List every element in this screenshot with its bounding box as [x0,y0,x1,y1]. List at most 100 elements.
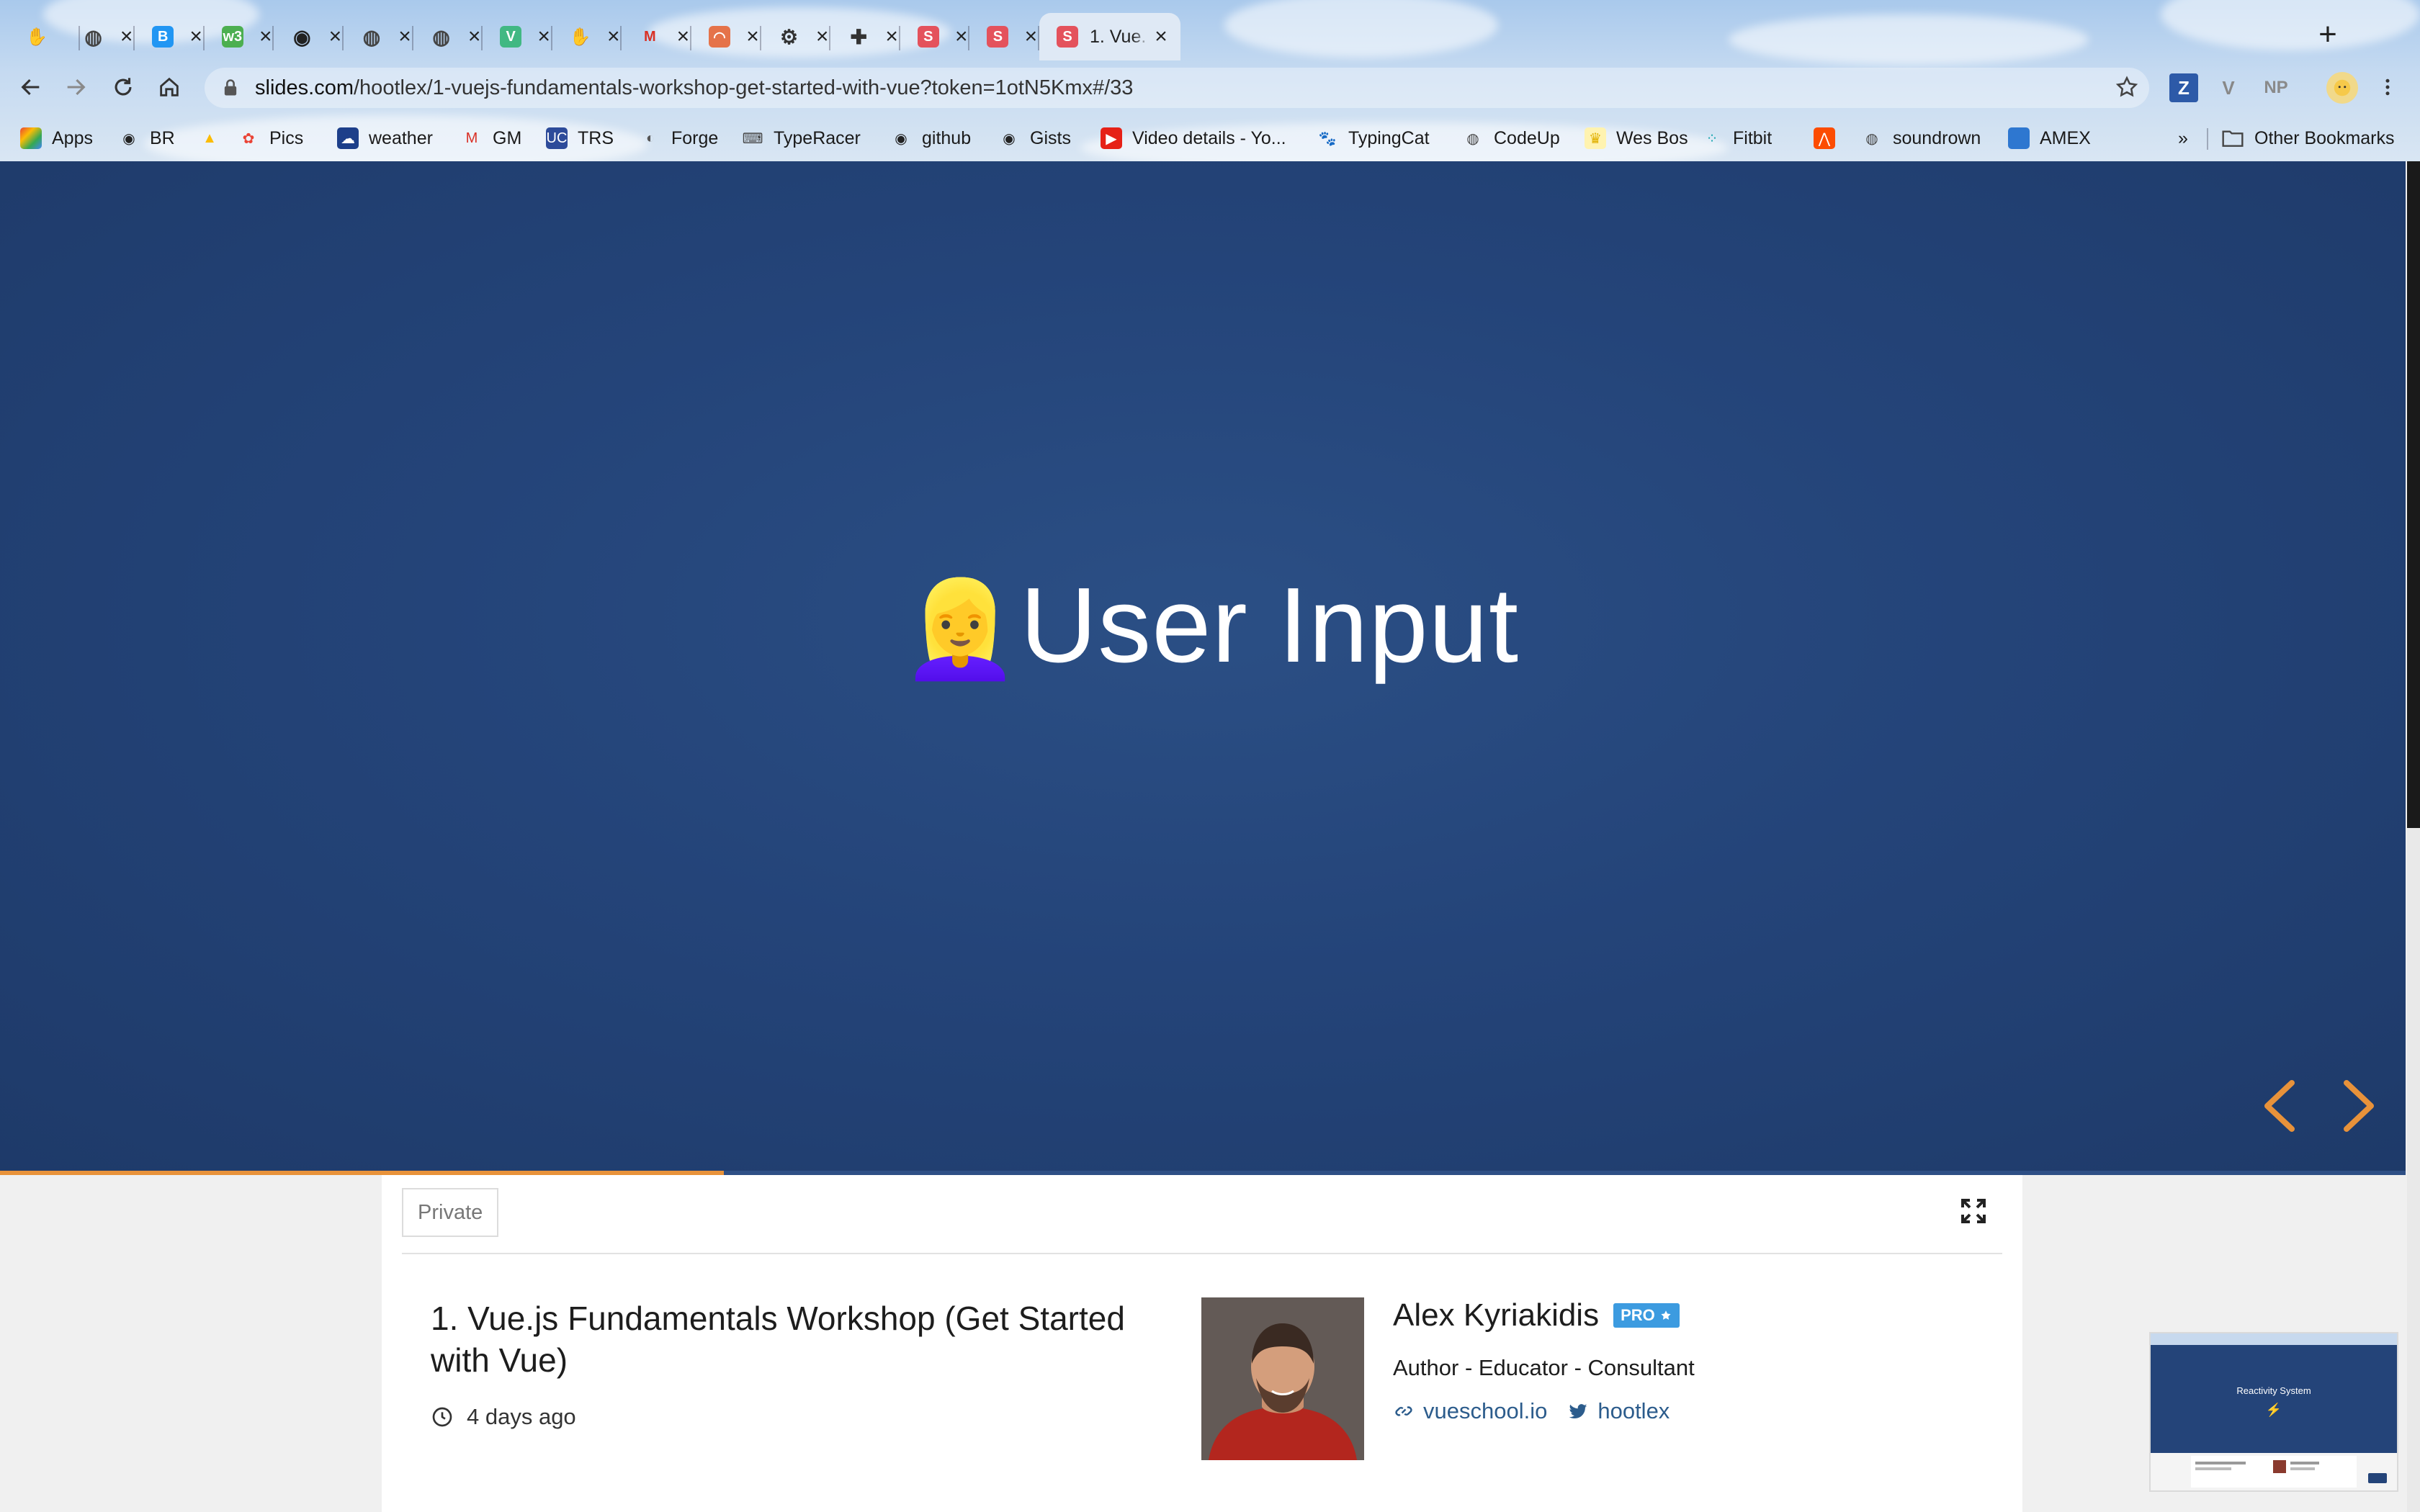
close-tab-icon[interactable]: × [951,24,970,49]
home-icon [160,77,179,96]
forge-icon: ◐ [645,130,655,146]
kebab-menu-icon [2385,78,2390,96]
back-button[interactable] [13,69,49,105]
author-name[interactable]: Alex Kyriakidis [1393,1297,1599,1333]
bookmark-11[interactable]: ▶ Video details - Yo... [1101,124,1286,153]
bookmarks-separator [2207,128,2208,150]
strava-icon: ⋀ [1814,127,1835,149]
bookmark-10[interactable]: ◉ Gists [998,124,1071,153]
slide-preview-thumbnail[interactable]: Reactivity System ⚡ [2149,1332,2398,1492]
page-scrollbar-thumb[interactable] [2407,828,2420,1512]
bookmarks-overflow-button[interactable]: » [2178,124,2188,153]
bookmark-star-button[interactable] [2109,69,2145,105]
reload-button[interactable] [105,69,141,105]
tab-9[interactable]: MInbox× [622,13,691,60]
close-tab-icon[interactable]: × [255,24,274,49]
deck-timestamp: 4 days ago [431,1404,576,1430]
github-icon: ◉ [895,130,908,147]
close-tab-icon[interactable]: × [116,24,135,49]
bookmark-label: GM [493,127,522,148]
vue-devtools-extension-icon[interactable]: V [2214,73,2243,102]
close-tab-icon[interactable]: × [603,24,622,49]
author-avatar[interactable] [1201,1297,1364,1460]
close-tab-icon[interactable]: × [742,24,761,49]
close-tab-icon[interactable]: × [672,24,691,49]
preview-graphic: Reactivity System ⚡ [2151,1333,2397,1488]
bookmark-16[interactable]: ⋀ [1814,124,1845,153]
tab-10[interactable]: ◠Vue.js× [691,13,761,60]
bookmark-8[interactable]: ⌨ TypeRacer [742,124,861,153]
bookmark-4[interactable]: ☁ weather [337,124,433,153]
tab-title: 1. Vue. [1090,26,1147,47]
author-twitter-link[interactable]: hootlex [1567,1398,1670,1424]
bookmark-1[interactable]: ◉ BR [118,124,174,153]
other-bookmarks-folder[interactable]: Other Bookmarks [2221,124,2395,153]
bookmark-2[interactable]: ▲ [199,124,230,153]
tab-14[interactable]: S4. Vue× [969,13,1039,60]
photos-icon: ✿ [242,130,255,147]
bookmark-3[interactable]: ✿ Pics [238,124,304,153]
weather-icon: ☁ [337,127,359,149]
home-button[interactable] [151,69,187,105]
bookmark-12[interactable]: 🐾 TypingCat [1317,124,1430,153]
bookmark-label: Pics [269,127,304,148]
bookmark-label: Wes Bos [1616,127,1688,148]
close-tab-icon[interactable]: × [1020,24,1039,49]
np-extension-icon[interactable]: NP [2262,73,2290,102]
back-arrow-icon [21,78,40,96]
tab-13[interactable]: S3. Vue× [900,13,970,60]
tab-3[interactable]: w3Tryit Ed× [205,13,274,60]
bookmark-18[interactable]: AMEX [2008,124,2091,153]
woman-blond-emoji: 👱‍♀️ [900,576,1021,682]
bookmark-14[interactable]: ♛ Wes Bos [1585,124,1688,153]
tab-2[interactable]: BQuick S× [135,13,205,60]
close-tab-icon[interactable]: × [881,24,900,49]
close-tab-icon[interactable]: × [324,24,344,49]
bookmark-13[interactable]: ◍ CodeUp [1462,124,1560,153]
previous-slide-arrow-icon[interactable] [2254,1077,2305,1135]
bookmark-15[interactable]: ⁘ Fitbit [1701,124,1773,153]
bookmark-17[interactable]: ◍ soundrown [1861,124,1981,153]
close-tab-icon[interactable]: × [185,24,205,49]
fullscreen-icon[interactable] [1959,1197,1988,1225]
close-tab-icon[interactable]: × [464,24,483,49]
browser-menu-button[interactable] [2370,69,2406,105]
bookmark-label: Video details - Yo... [1132,127,1286,148]
forward-button[interactable] [58,69,94,105]
tab-4[interactable]: ◉Users× [274,13,344,60]
address-bar[interactable]: slides.com/hootlex/1-vuejs-fundamentals-… [205,68,2149,108]
tab-8[interactable]: ✋Galvan× [552,13,622,60]
divider [402,1253,2002,1254]
tab-12[interactable]: ✚Extens× [830,13,900,60]
bookmark-6[interactable]: UC TRS [546,124,614,153]
bookmark-7[interactable]: ◐ Forge [640,124,718,153]
url-text: slides.com/hootlex/1-vuejs-fundamentals-… [255,76,1134,99]
tab-1[interactable]: ◍hello.h× [66,13,135,60]
new-tab-button[interactable]: + [2312,19,2344,52]
tab-7[interactable]: VProduc× [483,13,552,60]
close-tab-icon[interactable]: × [1150,24,1172,49]
profile-avatar[interactable] [2326,72,2358,104]
bookmark-label: TRS [578,127,614,148]
bookmark-0[interactable]: Apps [20,124,93,153]
close-tab-icon[interactable]: × [533,24,552,49]
close-tab-icon[interactable]: × [812,24,831,49]
bookmark-label: TypeRacer [774,127,861,148]
bookmark-5[interactable]: M GM [461,124,522,153]
tab-6[interactable]: ◍candid× [413,13,483,60]
next-slide-arrow-icon[interactable] [2334,1077,2384,1135]
rainbow-icon: ◠ [709,26,730,48]
hand-favicon-icon: ✋ [26,27,48,47]
tab-15[interactable]: S 1. Vue. × [1039,13,1180,60]
author-website-link[interactable]: vueschool.io [1393,1398,1547,1424]
youtube-icon: ▶ [1101,127,1122,149]
bookmark-label: CodeUp [1494,127,1560,148]
tab-11[interactable]: ⚙Setting× [761,13,831,60]
bookmark-label: weather [369,127,433,148]
trs-icon: UC [546,127,568,149]
clock-icon [432,1407,452,1427]
zotero-extension-icon[interactable]: Z [2169,73,2198,102]
bookmark-9[interactable]: ◉ github [890,124,971,153]
close-tab-icon[interactable]: × [394,24,413,49]
tab-5[interactable]: ◍hobbies× [344,13,413,60]
